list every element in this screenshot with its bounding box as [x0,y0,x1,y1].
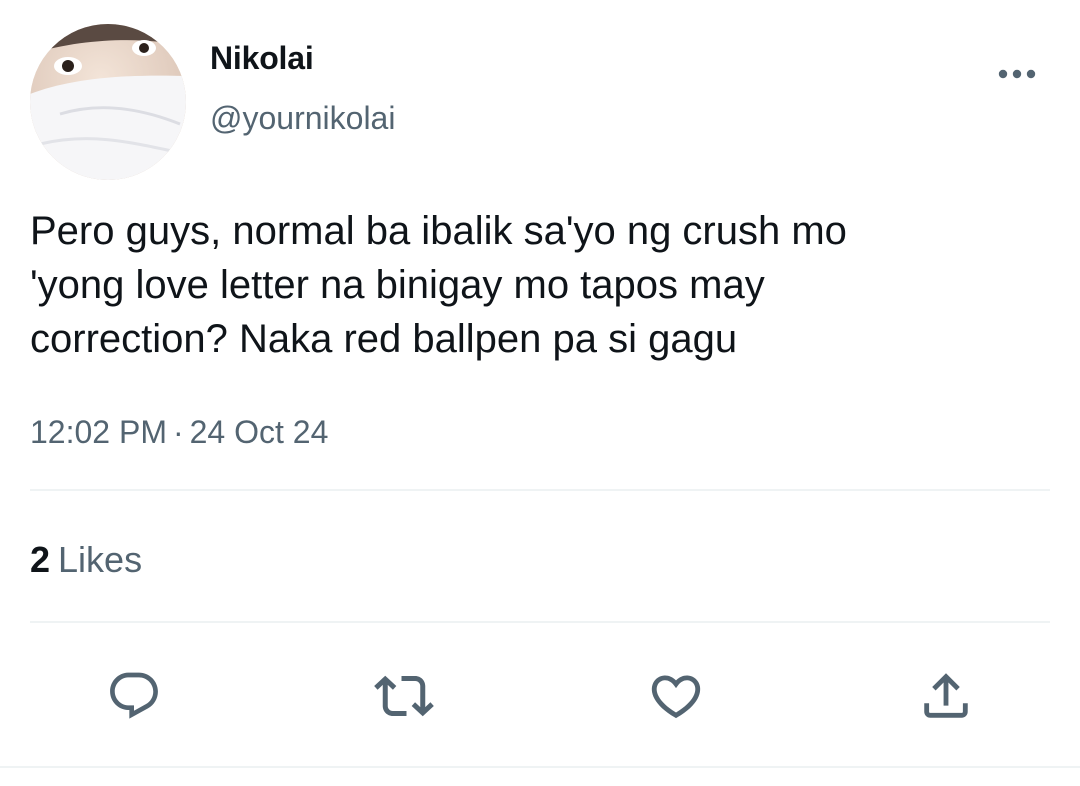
meta-separator: · [172,414,184,450]
tweet-timestamp[interactable]: 12:02 PM · 24 Oct 24 [30,412,328,452]
more-options-button[interactable] [992,58,1042,90]
display-name[interactable]: Nikolai [210,38,314,78]
likes-stat[interactable]: 2 Likes [30,538,142,582]
user-handle[interactable]: @yournikolai [210,98,395,138]
share-icon [924,673,968,718]
reply-button[interactable] [102,664,166,728]
reply-icon [110,672,158,719]
tweet-text: Pero guys, normal ba ibalik sa'yo ng cru… [30,209,847,361]
divider [30,621,1050,623]
retweet-button[interactable] [372,664,436,728]
more-horizontal-icon [998,69,1036,79]
share-button[interactable] [914,664,978,728]
avatar[interactable] [30,24,186,180]
tweet-time: 12:02 PM [30,414,167,450]
heart-icon [651,675,701,719]
divider [0,766,1080,768]
divider [30,489,1050,491]
tweet-date: 24 Oct 24 [189,414,329,450]
avatar-photo [30,24,186,180]
retweet-icon [374,675,434,717]
likes-label: Likes [58,539,143,580]
like-button[interactable] [644,664,708,728]
likes-count: 2 [30,539,51,580]
